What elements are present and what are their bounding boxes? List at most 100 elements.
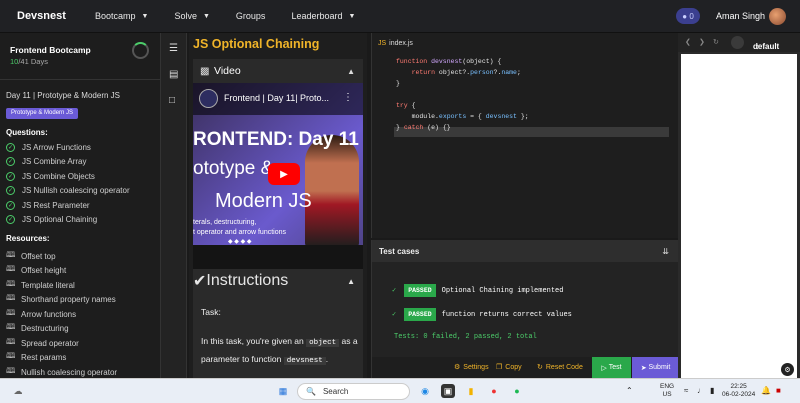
submit-button[interactable]: ➤ Submit — [632, 357, 679, 378]
code-line[interactable] — [372, 89, 679, 100]
resource-item[interactable]: 🕮 Nullish coalescing operator — [6, 365, 117, 378]
resource-item[interactable]: 🕮 Arrow functions — [6, 307, 76, 321]
video-player[interactable]: RONTEND: Day 11 ototype & Modern JS tera… — [193, 83, 363, 269]
coins-badge[interactable]: ● 0 — [676, 8, 700, 24]
nav-leaderboard[interactable]: Leaderboard ▼ — [291, 11, 355, 21]
wifi-icon[interactable]: ≈ — [684, 387, 688, 395]
check-icon: ✓ — [392, 311, 397, 319]
reset-icon: ↻ — [537, 364, 543, 371]
avatar[interactable] — [769, 8, 786, 25]
test-button[interactable]: ▷ Test — [592, 357, 631, 378]
lang-1: ENG — [660, 383, 675, 390]
edge-icon[interactable]: ◉ — [418, 384, 432, 398]
resource-label: Nullish coalescing operator — [21, 367, 118, 377]
preview-frame[interactable] — [681, 54, 797, 378]
search-icon: 🔍 — [306, 387, 316, 396]
code-line[interactable]: try { — [372, 100, 679, 111]
settings-fab-icon[interactable]: ⚙ — [781, 363, 794, 376]
tray-chevron-icon[interactable]: ⌃ — [626, 387, 633, 395]
code-token: = { — [466, 113, 486, 120]
code-line[interactable]: } catch (e) {} — [372, 122, 679, 133]
nav-groups[interactable]: Groups — [236, 11, 266, 21]
code-token: } — [396, 80, 400, 87]
start-icon[interactable]: ▦ — [276, 384, 290, 398]
double-chevron-down-icon[interactable]: ⇊ — [662, 247, 669, 256]
language-indicator[interactable]: ENG US — [660, 383, 674, 399]
resource-item[interactable]: 🕮 Offset top — [6, 249, 56, 263]
book-icon: 🕮 — [6, 293, 16, 302]
chevron-down-icon: ▼ — [202, 12, 210, 20]
resource-item[interactable]: 🕮 Spread operator — [6, 336, 79, 350]
resource-item[interactable]: 🕮 Rest params — [6, 350, 66, 364]
question-item[interactable]: ✓ JS Arrow Functions — [6, 143, 91, 152]
nav-solve[interactable]: Solve ▼ — [174, 11, 209, 21]
folder-icon[interactable]: ▮ — [464, 384, 478, 398]
more-vert-icon[interactable]: ⋮ — [343, 92, 353, 103]
instructions-label: Instructions — [206, 272, 289, 289]
nav-bootcamp[interactable]: Bootcamp ▼ — [95, 11, 148, 21]
question-item[interactable]: ✓ JS Combine Array — [6, 157, 86, 166]
check-circle-icon: ✓ — [6, 172, 15, 181]
taskbar-search[interactable]: 🔍 Search — [297, 383, 410, 400]
status-badge: PASSED — [404, 308, 436, 321]
question-item-active[interactable]: ✓ JS Optional Chaining — [6, 215, 97, 224]
menu-icon[interactable]: ☰ — [169, 43, 178, 54]
code-line[interactable]: module.exports = { devsnest }; — [372, 111, 679, 122]
code-editor[interactable]: JS index.js function devsnest(object) { r… — [371, 33, 678, 238]
channel-logo[interactable] — [199, 89, 218, 108]
taskbar-flag-icon[interactable]: ■ — [776, 387, 781, 395]
test-cases-header[interactable]: Test cases ⇊ — [372, 240, 679, 262]
check-circle-icon: ✓ — [6, 215, 15, 224]
icon-rail: ☰ ▤ □ — [160, 33, 187, 378]
question-item[interactable]: ✓ JS Nullish coalescing operator — [6, 186, 130, 195]
resource-item[interactable]: 🕮 Shorthand property names — [6, 292, 116, 306]
check-circle-icon: ✓ — [6, 186, 15, 195]
settings-button[interactable]: ⚙ Settings — [454, 363, 489, 372]
spotify-icon[interactable]: ● — [510, 384, 524, 398]
resource-item[interactable]: 🕮 Destructuring — [6, 321, 69, 335]
store-icon[interactable]: ▣ — [441, 384, 455, 398]
code-token: return — [396, 69, 439, 76]
question-item[interactable]: ✓ JS Rest Parameter — [6, 201, 90, 210]
refresh-icon[interactable]: ↻ — [713, 38, 719, 46]
resource-item[interactable]: 🕮 Offset height — [6, 263, 66, 277]
volume-icon[interactable]: ♩ — [697, 387, 705, 395]
code-line[interactable]: function devsnest(object) { — [372, 56, 679, 67]
check-circle-icon: ✔ — [193, 273, 207, 290]
brand-logo[interactable]: Devsnest — [17, 10, 95, 22]
instructions-header[interactable]: ✔ Instructions ▲ — [193, 269, 363, 293]
video-title[interactable]: Frontend | Day 11| Proto... — [224, 93, 329, 103]
gear-icon: ⚙ — [454, 364, 461, 371]
test-name: function returns correct values — [441, 310, 572, 319]
code-token: module. — [396, 113, 439, 120]
course-sidebar: Frontend Bootcamp 10/41 Days Day 11 | Pr… — [0, 33, 160, 378]
play-button[interactable]: ▶ — [268, 163, 300, 185]
copy-button[interactable]: ❐ Copy — [496, 363, 522, 372]
document-icon[interactable]: ▤ — [169, 69, 178, 80]
weather-icon[interactable]: ☁ — [11, 384, 25, 398]
resource-item[interactable]: 🕮 Template literal — [6, 278, 75, 292]
theme-select[interactable]: default ↕ — [753, 37, 779, 51]
theme-icon[interactable] — [731, 36, 744, 49]
resource-label: Offset height — [21, 265, 67, 275]
book-icon: 🕮 — [6, 351, 16, 360]
battery-icon[interactable]: ▮ — [710, 387, 714, 395]
test-cases-heading: Test cases — [379, 246, 420, 256]
chat-icon[interactable]: □ — [169, 95, 175, 106]
back-icon[interactable]: ❮ — [685, 38, 691, 46]
code-token: function — [396, 58, 432, 65]
notification-icon[interactable]: 🔔 — [761, 387, 771, 395]
user-name[interactable]: Aman Singh — [716, 11, 765, 21]
file-tab[interactable]: JS index.js — [378, 40, 413, 47]
code-line[interactable]: return object?.person?.name; — [372, 67, 679, 78]
video-section-header[interactable]: ▩ Video ▲ — [193, 59, 363, 83]
code-line[interactable] — [372, 133, 679, 144]
question-item[interactable]: ✓ JS Combine Objects — [6, 172, 95, 181]
coins-count: 0 — [689, 11, 694, 21]
clock[interactable]: 22:25 06-02-2024 — [722, 383, 755, 399]
code-line[interactable]: } — [372, 78, 679, 89]
check-circle-icon: ✓ — [6, 157, 15, 166]
chrome-icon[interactable]: ● — [487, 384, 501, 398]
forward-icon[interactable]: ❯ — [699, 38, 705, 46]
reset-code-button[interactable]: ↻ Reset Code — [537, 363, 583, 372]
